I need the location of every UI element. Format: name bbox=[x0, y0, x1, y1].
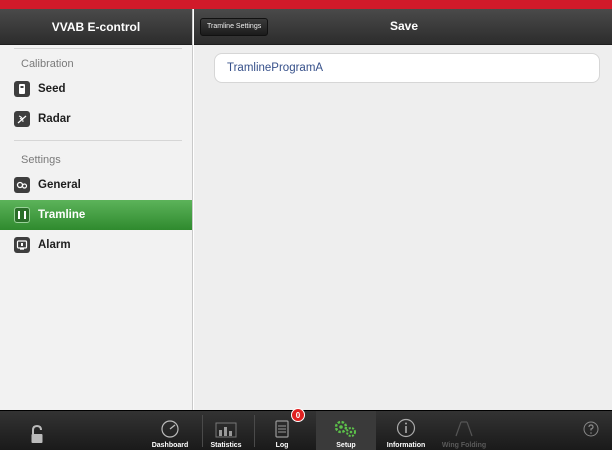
bar-chart-icon bbox=[215, 422, 237, 438]
sidebar-item-radar[interactable]: Radar bbox=[0, 104, 192, 134]
tab-label: Information bbox=[386, 442, 426, 449]
sidebar-item-label: Seed bbox=[38, 83, 66, 95]
alarm-icon bbox=[14, 237, 30, 253]
main-header: Tramline Settings Save bbox=[194, 9, 612, 45]
gauge-icon bbox=[161, 420, 179, 438]
log-badge: 0 bbox=[291, 408, 305, 422]
sidebar-item-label: General bbox=[38, 179, 81, 191]
save-button[interactable]: Save bbox=[390, 19, 418, 33]
sidebar-item-label: Alarm bbox=[38, 239, 71, 251]
program-list-item[interactable]: TramlineProgramA bbox=[214, 53, 600, 83]
tab-label: Dashboard bbox=[151, 442, 189, 449]
sidebar: VVAB E-control Calibration Seed Radar Se… bbox=[0, 9, 193, 410]
log-icon bbox=[275, 420, 289, 438]
gears-icon bbox=[334, 420, 356, 437]
help-button[interactable] bbox=[580, 411, 602, 450]
tab-label: Statistics bbox=[210, 442, 242, 449]
tab-bar: Dashboard Statistics Log 0 Setup Informa… bbox=[0, 408, 612, 450]
sidebar-item-general[interactable]: General bbox=[0, 170, 192, 200]
tab-statistics[interactable]: Statistics bbox=[204, 411, 248, 450]
top-brand-bar bbox=[0, 0, 612, 9]
info-icon bbox=[396, 418, 416, 438]
lock-button[interactable] bbox=[22, 411, 52, 450]
tab-separator bbox=[202, 415, 203, 447]
section-settings: Settings bbox=[21, 154, 61, 166]
section-calibration: Calibration bbox=[21, 58, 74, 70]
sidebar-item-alarm[interactable]: Alarm bbox=[0, 230, 192, 260]
sidebar-item-seed[interactable]: Seed bbox=[0, 74, 192, 104]
tab-wing-folding[interactable]: Wing Folding bbox=[436, 411, 492, 450]
tab-separator bbox=[254, 415, 255, 447]
sidebar-item-label: Radar bbox=[38, 113, 71, 125]
sidebar-item-tramline[interactable]: Tramline bbox=[0, 200, 192, 230]
tramline-icon bbox=[14, 207, 30, 223]
radar-icon bbox=[14, 111, 30, 127]
back-button[interactable]: Tramline Settings bbox=[200, 18, 269, 36]
sidebar-item-label: Tramline bbox=[38, 209, 86, 221]
wing-folding-icon bbox=[455, 421, 473, 437]
tab-label: Setup bbox=[336, 442, 356, 449]
tab-setup[interactable]: Setup bbox=[316, 411, 376, 450]
general-icon bbox=[14, 177, 30, 193]
sidebar-title: VVAB E-control bbox=[0, 9, 192, 45]
tab-dashboard[interactable]: Dashboard bbox=[150, 411, 190, 450]
help-icon bbox=[583, 421, 599, 437]
tab-label: Wing Folding bbox=[441, 442, 487, 449]
tab-information[interactable]: Information bbox=[378, 411, 434, 450]
main-panel: Tramline Settings Save TramlineProgramA bbox=[194, 9, 612, 410]
tab-label: Log bbox=[275, 442, 289, 449]
seed-icon bbox=[14, 81, 30, 97]
lock-icon bbox=[31, 425, 43, 443]
